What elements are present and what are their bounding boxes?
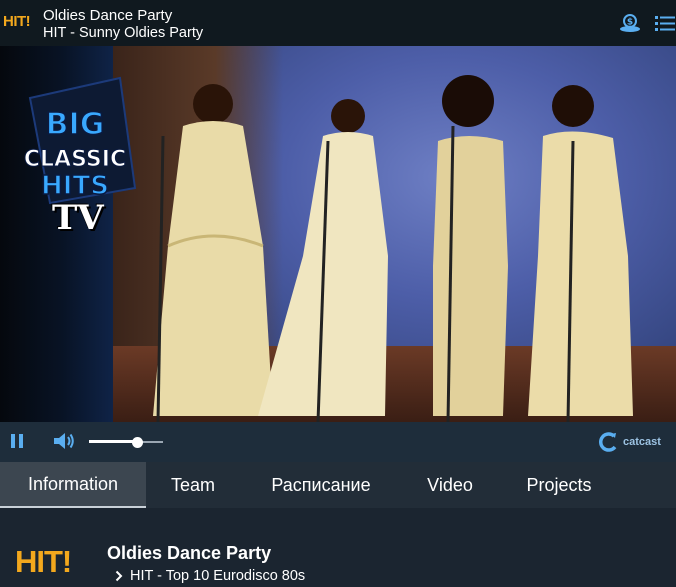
video-frame xyxy=(113,46,676,422)
svg-text:$: $ xyxy=(627,18,633,28)
now-playing-panel: HIT! Oldies Dance Party HIT - Top 10 Eur… xyxy=(0,508,676,587)
channel-subtitle: HIT - Sunny Oldies Party xyxy=(43,25,204,41)
catcast-label: catcast xyxy=(623,436,661,448)
volume-slider[interactable] xyxy=(89,434,163,450)
catcast-link[interactable]: catcast xyxy=(598,430,661,454)
player-controls: catcast xyxy=(0,422,676,462)
volume-fill xyxy=(89,440,138,443)
now-playing-track[interactable]: HIT - Top 10 Eurodisco 80s xyxy=(115,568,305,584)
singers-image xyxy=(153,75,633,422)
tab-projects[interactable]: Projects xyxy=(498,462,620,508)
volume-knob[interactable] xyxy=(131,437,143,448)
channel-logo: HIT! xyxy=(3,13,31,30)
tv-label: TV xyxy=(52,198,104,238)
chevron-right-icon xyxy=(115,570,123,582)
video-player[interactable]: BIG CLASSIC HITS TV xyxy=(0,46,676,422)
tab-schedule[interactable]: Расписание xyxy=(240,462,402,508)
top-bar: HIT! Oldies Dance Party HIT - Sunny Oldi… xyxy=(0,0,676,46)
tab-information[interactable]: Information xyxy=(0,462,146,508)
svg-text:BIG: BIG xyxy=(46,107,105,142)
catcast-icon xyxy=(599,432,617,452)
svg-text:HITS: HITS xyxy=(41,171,109,201)
volume-icon[interactable] xyxy=(52,430,76,452)
tab-video[interactable]: Video xyxy=(402,462,498,508)
channel-title: Oldies Dance Party xyxy=(43,7,173,24)
now-playing-title: Oldies Dance Party xyxy=(107,543,272,563)
now-playing-logo: HIT! xyxy=(15,544,72,579)
donate-icon[interactable]: $ xyxy=(619,14,641,34)
tab-team[interactable]: Team xyxy=(146,462,240,508)
svg-text:CLASSIC: CLASSIC xyxy=(24,147,126,172)
pause-icon[interactable] xyxy=(9,432,25,450)
menu-list-icon[interactable] xyxy=(655,14,676,34)
track-label: HIT - Top 10 Eurodisco 80s xyxy=(130,568,306,584)
tab-bar: Information Team Расписание Video Projec… xyxy=(0,462,676,508)
